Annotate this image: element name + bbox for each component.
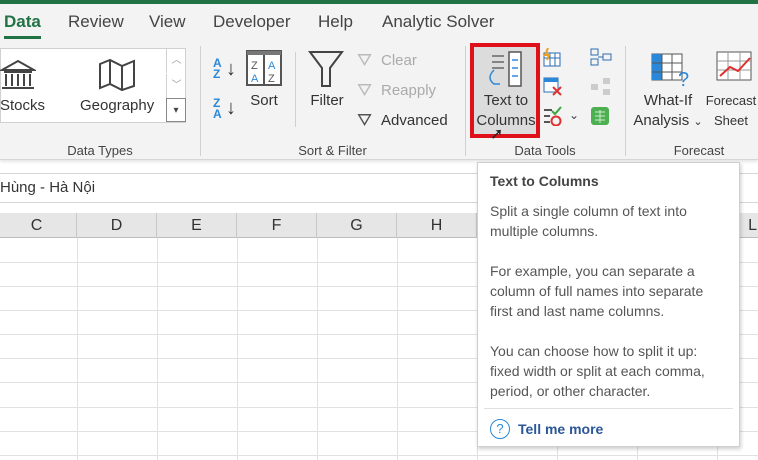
advanced-filter-icon: ⛛ (357, 110, 373, 130)
tab-data[interactable]: Data (4, 12, 41, 32)
help-icon: ? (490, 419, 510, 439)
column-gridline (397, 238, 398, 460)
gallery-scroll-up[interactable]: ︿ (166, 49, 186, 73)
column-gridline (237, 238, 238, 460)
manage-data-model-icon[interactable] (590, 106, 612, 126)
column-gridline (77, 238, 78, 460)
gallery-scroll-down[interactable]: ﹀ (166, 74, 186, 98)
tab-analytic-solver[interactable]: Analytic Solver (382, 12, 494, 32)
svg-text:Z: Z (268, 73, 275, 85)
what-if-label-1[interactable]: What-If (632, 91, 704, 111)
svg-text:?: ? (678, 69, 689, 88)
tab-review[interactable]: Review (68, 12, 124, 32)
column-header-h[interactable]: H (397, 213, 477, 238)
sort-z-a-button[interactable]: Z A (213, 96, 227, 121)
text-to-columns-label-2: Columns (476, 112, 536, 129)
mouse-cursor-icon: ➚ (490, 126, 504, 143)
sort-icon: ZAAZ (246, 50, 282, 86)
forecast-sheet-label-1[interactable]: Forecast (704, 91, 758, 111)
column-header-d[interactable]: D (77, 213, 157, 238)
remove-duplicates-icon[interactable] (542, 76, 562, 96)
tell-me-more-label: Tell me more (518, 421, 604, 437)
separator (295, 52, 296, 127)
column-header-f[interactable]: F (237, 213, 317, 238)
svg-text:A: A (251, 73, 259, 85)
group-separator (625, 46, 626, 156)
sort-button[interactable]: Sort (246, 91, 282, 111)
geography-icon (99, 58, 135, 92)
column-header-c[interactable]: C (0, 213, 77, 238)
group-label-forecast: Forecast (673, 143, 725, 158)
sort-asc-arrow-icon: ↓ (226, 58, 236, 80)
formula-bar-value[interactable]: Hùng - Hà Nội (0, 179, 95, 196)
column-gridline (317, 238, 318, 460)
sort-desc-arrow-icon: ↓ (226, 97, 236, 119)
relationships-icon[interactable] (590, 77, 612, 97)
group-label-sort-filter: Sort & Filter (298, 143, 367, 158)
reapply-button[interactable]: Reapply (381, 82, 436, 99)
clear-button[interactable]: Clear (381, 52, 417, 69)
what-if-label-2: Analysis (633, 112, 690, 129)
reapply-icon: ⛛ (357, 80, 373, 100)
active-tab-indicator (4, 36, 41, 39)
column-header-g[interactable]: G (317, 213, 397, 238)
text-to-columns-icon (489, 51, 522, 87)
column-gridline (157, 238, 158, 460)
group-label-data-types: Data Types (67, 143, 133, 158)
group-separator (200, 46, 201, 156)
data-validation-dropdown-icon[interactable]: ⌄ (569, 108, 579, 122)
forecast-sheet-label-2[interactable]: Sheet (704, 111, 758, 131)
what-if-analysis-icon: ? (651, 53, 689, 88)
sort-a-z-button[interactable]: A Z (213, 56, 227, 81)
forecast-sheet-icon (716, 51, 752, 81)
tell-me-more-link[interactable]: ? Tell me more (490, 419, 603, 439)
data-validation-icon[interactable] (542, 106, 562, 126)
what-if-analysis-button[interactable]: Analysis ⌄ (632, 111, 704, 132)
svg-text:A: A (268, 60, 276, 72)
stocks-icon (0, 59, 36, 89)
svg-text:Z: Z (251, 60, 258, 72)
tooltip-example: For example, you can separate a column o… (490, 263, 704, 319)
sort-z-a-label: Z A (213, 96, 222, 121)
tab-developer[interactable]: Developer (213, 12, 291, 32)
geography-button[interactable]: Geography (80, 96, 154, 116)
clear-filter-icon: ⛛ (357, 50, 373, 70)
tooltip-divider (484, 408, 733, 409)
text-to-columns-label-1: Text to (483, 92, 529, 109)
text-to-columns-tooltip: Text to Columns Split a single column of… (477, 162, 740, 447)
group-label-data-tools: Data Tools (514, 143, 576, 158)
stocks-button[interactable]: Stocks (0, 96, 45, 116)
tooltip-options: You can choose how to split it up: fixed… (490, 343, 705, 399)
chevron-down-icon: ⌄ (693, 116, 703, 128)
column-header-e[interactable]: E (157, 213, 237, 238)
gallery-more-button[interactable]: ▾ (166, 98, 186, 122)
filter-button[interactable]: Filter (306, 91, 348, 111)
row-gridline (0, 455, 758, 456)
tooltip-title: Text to Columns (490, 173, 599, 189)
advanced-button[interactable]: Advanced (381, 112, 448, 129)
tab-view[interactable]: View (149, 12, 186, 32)
filter-icon (308, 51, 344, 87)
flash-fill-icon[interactable] (542, 48, 562, 68)
tab-help[interactable]: Help (318, 12, 353, 32)
group-separator (465, 46, 466, 156)
tooltip-description: Split a single column of text into multi… (490, 203, 687, 239)
consolidate-icon[interactable] (590, 48, 612, 68)
sort-a-z-label: A Z (213, 56, 222, 81)
